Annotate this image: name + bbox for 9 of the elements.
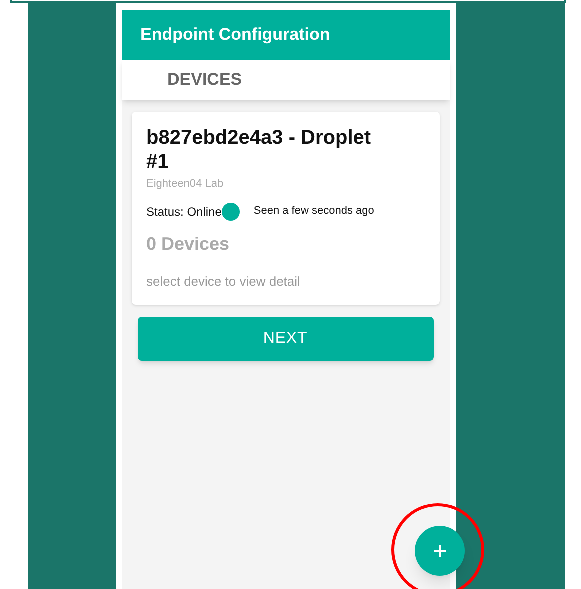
devices-tab[interactable]: DEVICES <box>168 67 242 93</box>
device-count: 0 Devices <box>146 232 231 256</box>
hint-text: select device to view detail <box>146 272 302 290</box>
device-location: Eighteen04 Lab <box>146 177 225 192</box>
status-label: Status: Online <box>146 204 222 220</box>
device-title: b827ebd2e4a3 - Droplet #1 <box>146 126 372 174</box>
plus-icon <box>433 544 447 558</box>
last-seen: Seen a few seconds ago <box>254 204 374 220</box>
header-title: Endpoint Configuration <box>140 24 330 46</box>
